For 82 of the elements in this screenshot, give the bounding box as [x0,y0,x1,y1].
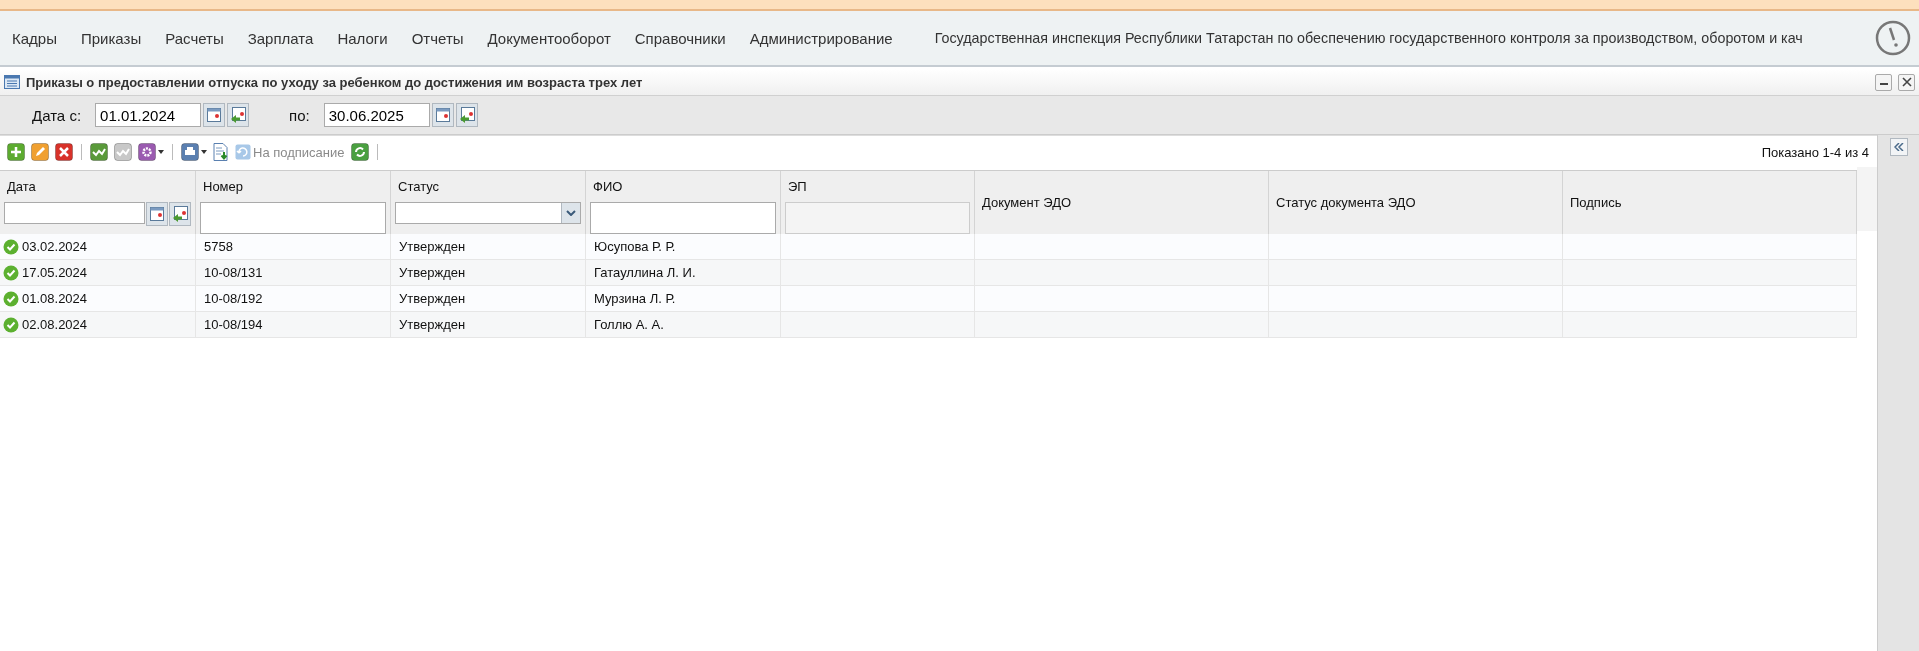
column-header[interactable]: Статус документа ЭДО [1276,195,1416,210]
table-cell: Мурзина Л. Р. [594,291,676,306]
column-header[interactable]: Дата [7,179,36,194]
clear-date-button[interactable] [169,202,191,226]
print-menu-button[interactable] [180,142,208,162]
close-icon [1901,77,1912,87]
nav-menu-item[interactable]: Отчеты [411,29,464,47]
nav-menu-item[interactable]: Приказы [80,29,142,47]
add-button[interactable] [6,142,26,162]
check-icon [3,290,19,307]
approve-button[interactable] [89,142,109,162]
undo-arrow-icon [235,144,251,160]
gear-menu-icon [138,143,156,161]
table-cell: 02.08.2024 [22,317,88,332]
column-header[interactable]: ЭП [788,179,807,194]
column-header[interactable]: ФИО [593,179,623,194]
approve-icon [114,143,132,161]
table-cell: 5758 [204,239,233,254]
clear-date-button[interactable] [455,103,478,127]
table-cell: 03.02.2024 [22,239,88,254]
table-cell: 10-08/192 [204,291,263,306]
table-cell: Утвержден [399,317,466,332]
check-icon [3,238,19,255]
delete-button[interactable] [54,142,74,162]
double-chevron-left-icon [1893,143,1904,151]
column-header[interactable]: Номер [203,179,243,194]
clock-icon[interactable] [1875,20,1911,56]
document-download-button[interactable] [212,142,230,162]
gear-menu-button[interactable] [137,142,165,162]
nav-menu-item[interactable]: Зарплата [247,29,314,47]
table-cell: Утвержден [399,291,466,306]
document-download-icon [213,143,229,161]
table-cell: 10-08/194 [204,317,263,332]
caret-icon [201,150,207,154]
minimize-button[interactable] [1875,73,1892,91]
nav-menu-item[interactable]: Администрирование [749,29,893,47]
table-cell: Голлю А. А. [594,317,664,332]
close-button[interactable] [1898,73,1915,91]
status-filter-dropdown[interactable] [395,202,581,224]
table-cell: 01.08.2024 [22,291,88,306]
refresh-button[interactable] [349,142,370,162]
delete-icon [55,143,73,161]
date-filter-field[interactable] [4,202,145,224]
table-cell: 10-08/131 [204,265,263,280]
nav-menu-item[interactable]: Справочники [634,29,726,47]
table-cell: Утвержден [399,239,466,254]
calendar-button[interactable] [146,202,168,226]
expand-panel-button[interactable] [1889,138,1908,156]
nav-menu-item[interactable]: Налоги [337,29,388,47]
chevron-down-icon [566,210,576,216]
table-cell: 17.05.2024 [22,265,88,280]
table-cell: Гатауллина Л. И. [594,265,696,280]
calendar-button[interactable] [431,103,454,127]
nav-menu-item[interactable]: Расчеты [165,29,224,47]
table-cell: Утвержден [399,265,466,280]
refresh-icon [350,143,369,161]
filter-field[interactable] [200,202,386,234]
window-title: Приказы о предоставлении отпуска по уходу за ребенком до достижения им возраста трех лет [26,74,643,90]
date-from-label: Дата с: [32,106,82,124]
column-header[interactable]: Подпись [1570,195,1622,210]
paging-info: Показано 1-4 из 4 [1761,144,1869,160]
table-cell: Юсупова Р. Р. [594,239,676,254]
date-to-field[interactable]: 30.06.2025 [323,103,430,127]
caret-icon [158,150,164,154]
clear-date-button[interactable] [227,103,250,127]
filter-field[interactable] [590,202,776,234]
edit-button[interactable] [30,142,50,162]
nav-menu-item[interactable]: Кадры [12,29,57,47]
date-from-field[interactable]: 01.01.2024 [95,103,202,127]
check-icon [3,316,19,333]
column-header[interactable]: Документ ЭДО [982,195,1072,210]
column-header[interactable]: Статус [398,179,440,194]
add-icon [7,143,25,161]
organization-name: Государственная инспекция Республики Татарстан по обеспечению государственного контроля за производством, оборотом и кач [934,30,1804,46]
calendar-button[interactable] [203,103,226,127]
list-window-icon [4,75,20,89]
edit-icon [31,143,49,161]
approve-icon [90,143,108,161]
date-to-label: по: [289,106,310,124]
nav-menu-item[interactable]: Документооборот [487,29,611,47]
check-icon [3,264,19,281]
print-menu-icon [181,143,199,161]
